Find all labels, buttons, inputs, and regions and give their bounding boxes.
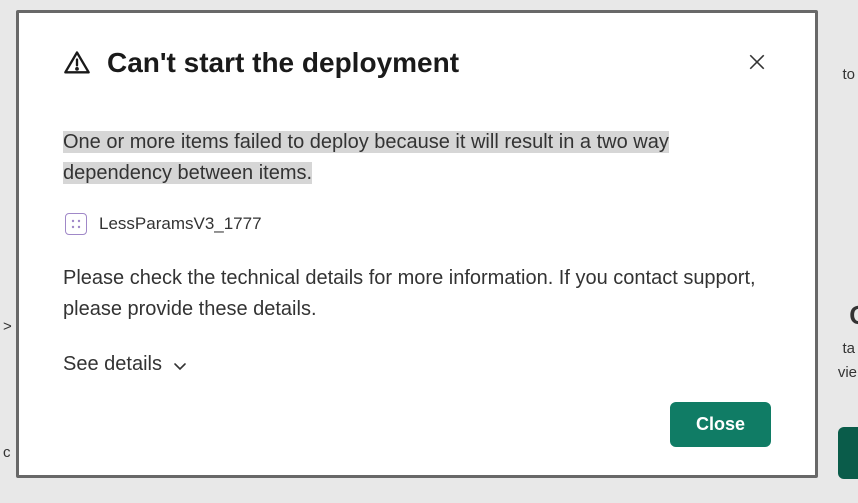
see-details-label: See details	[63, 353, 162, 376]
bg-text: vie	[838, 364, 857, 381]
close-icon	[748, 53, 766, 74]
see-details-toggle[interactable]: See details	[63, 353, 771, 376]
bg-button-fragment	[838, 427, 858, 479]
error-dialog: Can't start the deployment One or more i…	[16, 10, 818, 478]
chevron-down-icon	[172, 357, 188, 373]
error-message-text: One or more items failed to deploy becau…	[63, 131, 669, 184]
error-message: One or more items failed to deploy becau…	[63, 127, 771, 189]
bg-text: to	[842, 66, 855, 83]
details-instruction-text: Please check the technical details for m…	[63, 263, 771, 325]
dialog-header: Can't start the deployment	[63, 47, 771, 79]
dialog-title: Can't start the deployment	[107, 47, 459, 79]
bg-text: c	[3, 444, 11, 461]
close-button[interactable]: Close	[670, 402, 771, 447]
dataset-icon	[65, 213, 87, 235]
bg-text: ta	[842, 340, 855, 357]
close-icon-button[interactable]	[743, 49, 771, 77]
failed-item-name: LessParamsV3_1777	[99, 214, 262, 234]
bg-text: >	[3, 318, 12, 335]
bg-text: C	[849, 300, 858, 331]
dialog-footer: Close	[63, 402, 771, 447]
dialog-title-wrap: Can't start the deployment	[63, 47, 459, 79]
warning-icon	[63, 49, 91, 77]
failed-item-row: LessParamsV3_1777	[63, 213, 771, 235]
